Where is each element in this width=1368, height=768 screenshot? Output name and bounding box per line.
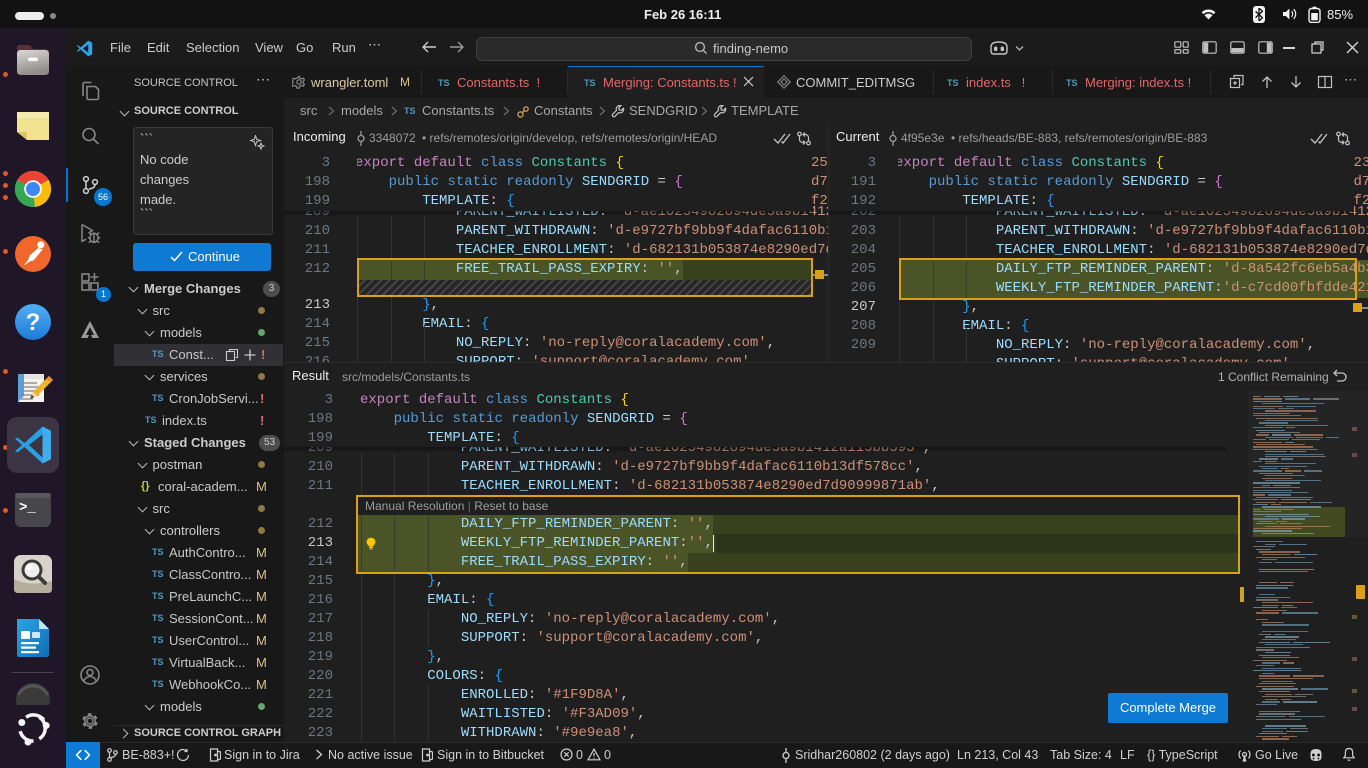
svg-text:>_: >_	[19, 500, 36, 516]
svg-text:?: ?	[26, 309, 41, 336]
